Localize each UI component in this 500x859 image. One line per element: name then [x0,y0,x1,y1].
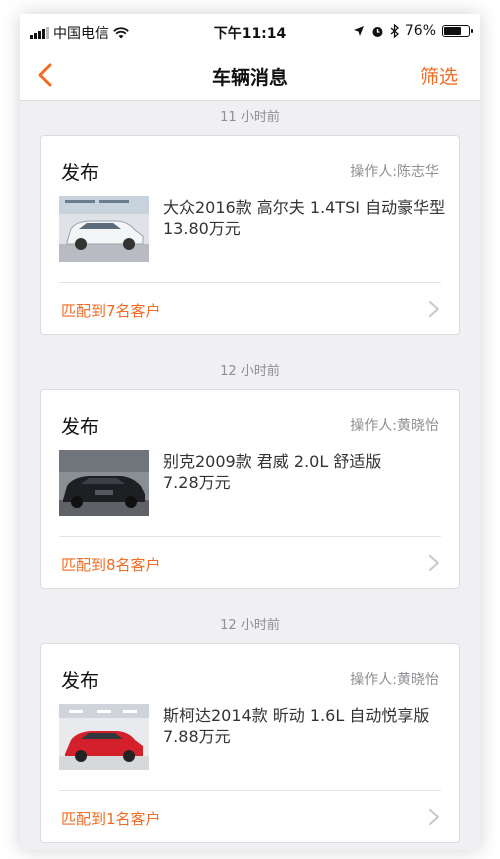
divider [59,282,441,283]
time-label: 11 小时前 [220,110,280,125]
message-card[interactable]: 发布 操作人:黄晓怡 斯柯达2014款 昕动 1.6L 自动悦享版 7.88万元… [40,643,460,843]
car-price: 7.88万元 [163,727,231,746]
battery-fill [444,27,461,35]
message-type: 发布 [61,670,100,692]
message-card[interactable]: 发布 操作人:陈志华 大众2016款 高尔夫 1.4TSI 自动豪华型 13.8 [40,135,460,335]
filter-button[interactable]: 筛选 [420,62,458,89]
location-arrow-icon [353,26,364,36]
status-right: 76% [353,23,473,39]
chevron-right-icon[interactable] [427,554,441,572]
matched-customers-link[interactable]: 匹配到7名客户 [61,300,161,321]
alarm-icon [372,26,383,37]
navigation-bar: 车辆消息 筛选 [20,50,480,101]
operator-label: 操作人:陈志华 [350,164,439,180]
car-info: 别克2009款 君威 2.0L 舒适版 7.28万元 [163,452,453,492]
battery-icon [442,25,473,37]
message-type: 发布 [61,416,100,438]
operator-label: 操作人:黄晓怡 [350,418,439,434]
phone-screen: 中国电信 下午11:14 76% 车辆消息 筛选 11 小时前 发布 操作人:陈… [20,14,480,850]
divider [59,536,441,537]
operator-label: 操作人:黄晓怡 [350,672,439,688]
car-price: 13.80万元 [163,219,241,238]
chevron-right-icon[interactable] [427,808,441,826]
car-name: 大众2016款 高尔夫 1.4TSI 自动豪华型 [163,198,446,217]
car-thumbnail[interactable] [59,196,149,262]
car-thumbnail[interactable] [59,704,149,770]
car-price: 7.28万元 [163,473,231,492]
time-label: 12 小时前 [220,364,280,379]
car-thumbnail[interactable] [59,450,149,516]
car-name: 斯柯达2014款 昕动 1.6L 自动悦享版 [163,706,430,725]
matched-customers-link[interactable]: 匹配到1名客户 [61,808,161,829]
divider [59,790,441,791]
message-feed: 11 小时前 发布 操作人:陈志华 大众2016款 高尔夫 1.4TSI 自动豪… [20,101,480,843]
chevron-right-icon[interactable] [427,300,441,318]
car-info: 斯柯达2014款 昕动 1.6L 自动悦享版 7.88万元 [163,706,453,746]
battery-percent: 76% [404,23,436,39]
time-label: 12 小时前 [220,618,280,633]
status-bar: 中国电信 下午11:14 76% [20,14,480,50]
car-info: 大众2016款 高尔夫 1.4TSI 自动豪华型 13.80万元 [163,198,453,238]
message-type: 发布 [61,162,100,184]
matched-customers-link[interactable]: 匹配到8名客户 [61,554,161,575]
message-card[interactable]: 发布 操作人:黄晓怡 别克2009款 君威 2.0L 舒适版 7.28万元 匹配… [40,389,460,589]
bluetooth-icon [390,24,399,38]
page-title: 车辆消息 [211,67,288,89]
car-name: 别克2009款 君威 2.0L 舒适版 [163,452,382,471]
